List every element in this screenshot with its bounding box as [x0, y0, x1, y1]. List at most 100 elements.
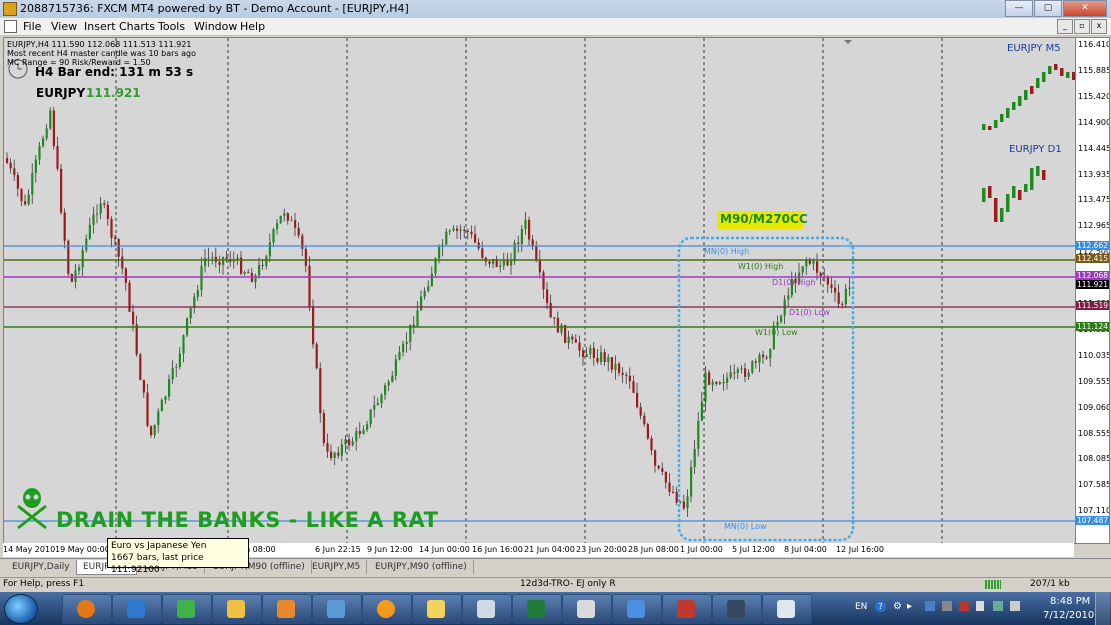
- candle-body: [801, 266, 804, 273]
- banner-text: DRAIN THE BANKS - LIKE A RAT: [56, 508, 439, 532]
- price-tick: 109.555: [1078, 376, 1110, 386]
- candle-body: [729, 372, 732, 378]
- taskbar-excel[interactable]: [512, 594, 562, 624]
- price-level-tag: 112.415: [1076, 254, 1109, 263]
- mini-candle: [1018, 190, 1022, 200]
- candle-body: [279, 215, 282, 224]
- mdi-minimize-button[interactable]: _: [1057, 19, 1073, 34]
- candle-body: [571, 336, 574, 340]
- help-icon[interactable]: ?: [875, 601, 886, 612]
- battery-icon[interactable]: [976, 601, 984, 611]
- candle-body: [452, 228, 455, 231]
- taskbar-calculator[interactable]: [462, 594, 512, 624]
- master-candle-info: Most recent H4 master candle was 10 bars…: [7, 49, 197, 58]
- taskbar-app-12[interactable]: [612, 594, 662, 624]
- candle-body: [578, 342, 581, 351]
- taskbar-app-13[interactable]: [662, 594, 712, 624]
- taskbar-app-8[interactable]: [412, 594, 462, 624]
- gear-icon[interactable]: ⚙: [893, 601, 902, 612]
- show-desktop-button[interactable]: [1095, 592, 1110, 625]
- taskbar-app-6[interactable]: [312, 594, 362, 624]
- candle-body: [528, 219, 531, 240]
- mini-candle: [982, 188, 986, 202]
- time-tick: 21 Jun 04:00: [524, 545, 575, 554]
- price-level-tag: 111.519: [1076, 301, 1109, 310]
- candle-body: [787, 295, 790, 300]
- close-button[interactable]: ✕: [1063, 0, 1107, 17]
- candle-body: [502, 260, 505, 266]
- candle-body: [394, 359, 397, 376]
- candle-body: [506, 260, 509, 266]
- candle-body: [301, 235, 304, 249]
- maximize-button[interactable]: ▢: [1034, 0, 1062, 17]
- candle-body: [585, 354, 588, 357]
- candle-body: [351, 441, 354, 446]
- candle-body: [657, 465, 660, 469]
- taskbar-firefox[interactable]: [62, 594, 112, 624]
- candle-body: [117, 239, 120, 257]
- candle-body: [193, 296, 196, 309]
- menu-tools[interactable]: Tools: [158, 20, 185, 33]
- security-icon[interactable]: [959, 601, 969, 611]
- price-axis[interactable]: 116.410 115.885 115.420 114.900 114.445 113.9…: [1075, 37, 1110, 544]
- taskbar-app-3[interactable]: [162, 594, 212, 624]
- tab-eurjpy-m90-offline-2[interactable]: EURJPY,M90 (offline): [369, 560, 474, 574]
- candle-body: [13, 168, 16, 176]
- taskbar-app-2[interactable]: [112, 594, 162, 624]
- menu-insert[interactable]: Insert: [84, 20, 116, 33]
- symbol-ohlc: EURJPY,H4 111.590 112.068 111.513 111.92…: [7, 40, 192, 49]
- start-button[interactable]: [4, 594, 38, 624]
- arrow-icon[interactable]: ▸: [907, 601, 912, 612]
- tab-eurjpy-daily[interactable]: EURJPY,Daily: [6, 560, 77, 574]
- mdi-close-button[interactable]: x: [1091, 19, 1107, 34]
- menu-help[interactable]: Help: [240, 20, 265, 33]
- monitor-icon[interactable]: [942, 601, 952, 611]
- menu-view[interactable]: View: [51, 20, 77, 33]
- menu-charts[interactable]: Charts: [119, 20, 155, 33]
- mini-m5-title: EURJPY M5: [1007, 43, 1061, 54]
- candle-body: [106, 204, 109, 219]
- candle-body: [78, 267, 81, 271]
- menu-window[interactable]: Window: [194, 20, 237, 33]
- candle-body: [366, 424, 369, 430]
- volume-icon[interactable]: [1010, 601, 1020, 611]
- clock-date[interactable]: 7/12/2010: [1043, 610, 1094, 621]
- price-tick: 107.585: [1078, 480, 1110, 490]
- taskbar-app-11[interactable]: [562, 594, 612, 624]
- mdi-restore-button[interactable]: ▫: [1074, 19, 1090, 34]
- candle-body: [553, 317, 556, 319]
- chart-shift-marker[interactable]: [844, 40, 852, 44]
- candle-body: [9, 162, 12, 169]
- candle-body: [744, 368, 747, 377]
- taskbar-app-7[interactable]: [362, 594, 412, 624]
- candle-body: [70, 273, 73, 282]
- chart-canvas[interactable]: [4, 38, 1075, 543]
- mini-candle: [1024, 90, 1028, 100]
- taskbar-media[interactable]: [262, 594, 312, 624]
- candle-body: [783, 299, 786, 316]
- tab-eurjpy-m5[interactable]: EURJPY,M5: [306, 560, 368, 574]
- chart-window-icon[interactable]: [4, 20, 17, 33]
- clock-time[interactable]: 8:48 PM: [1050, 596, 1090, 607]
- candle-body: [344, 439, 347, 445]
- candle-body: [618, 363, 621, 373]
- signal-icon[interactable]: [993, 601, 1003, 611]
- time-tick: 16 Jun 16:00: [472, 545, 523, 554]
- taskbar-mt4[interactable]: [762, 594, 812, 624]
- app-z-icon: [127, 600, 145, 618]
- network-icon[interactable]: [925, 601, 935, 611]
- candle-body: [38, 146, 41, 160]
- taskbar-explorer[interactable]: [212, 594, 262, 624]
- minimize-button[interactable]: —: [1005, 0, 1033, 17]
- menu-file[interactable]: File: [23, 20, 41, 33]
- time-tick: 23 Jun 20:00: [576, 545, 627, 554]
- candle-body: [308, 265, 311, 308]
- candle-body: [603, 352, 606, 363]
- price-chart[interactable]: EURJPY,H4 111.590 112.068 111.513 111.92…: [3, 37, 1076, 544]
- candle-body: [808, 260, 811, 264]
- candle-body: [189, 308, 192, 319]
- candle-body: [567, 336, 570, 343]
- candle-body: [780, 315, 783, 322]
- taskbar-app-14[interactable]: [712, 594, 762, 624]
- language-indicator[interactable]: EN: [855, 602, 867, 612]
